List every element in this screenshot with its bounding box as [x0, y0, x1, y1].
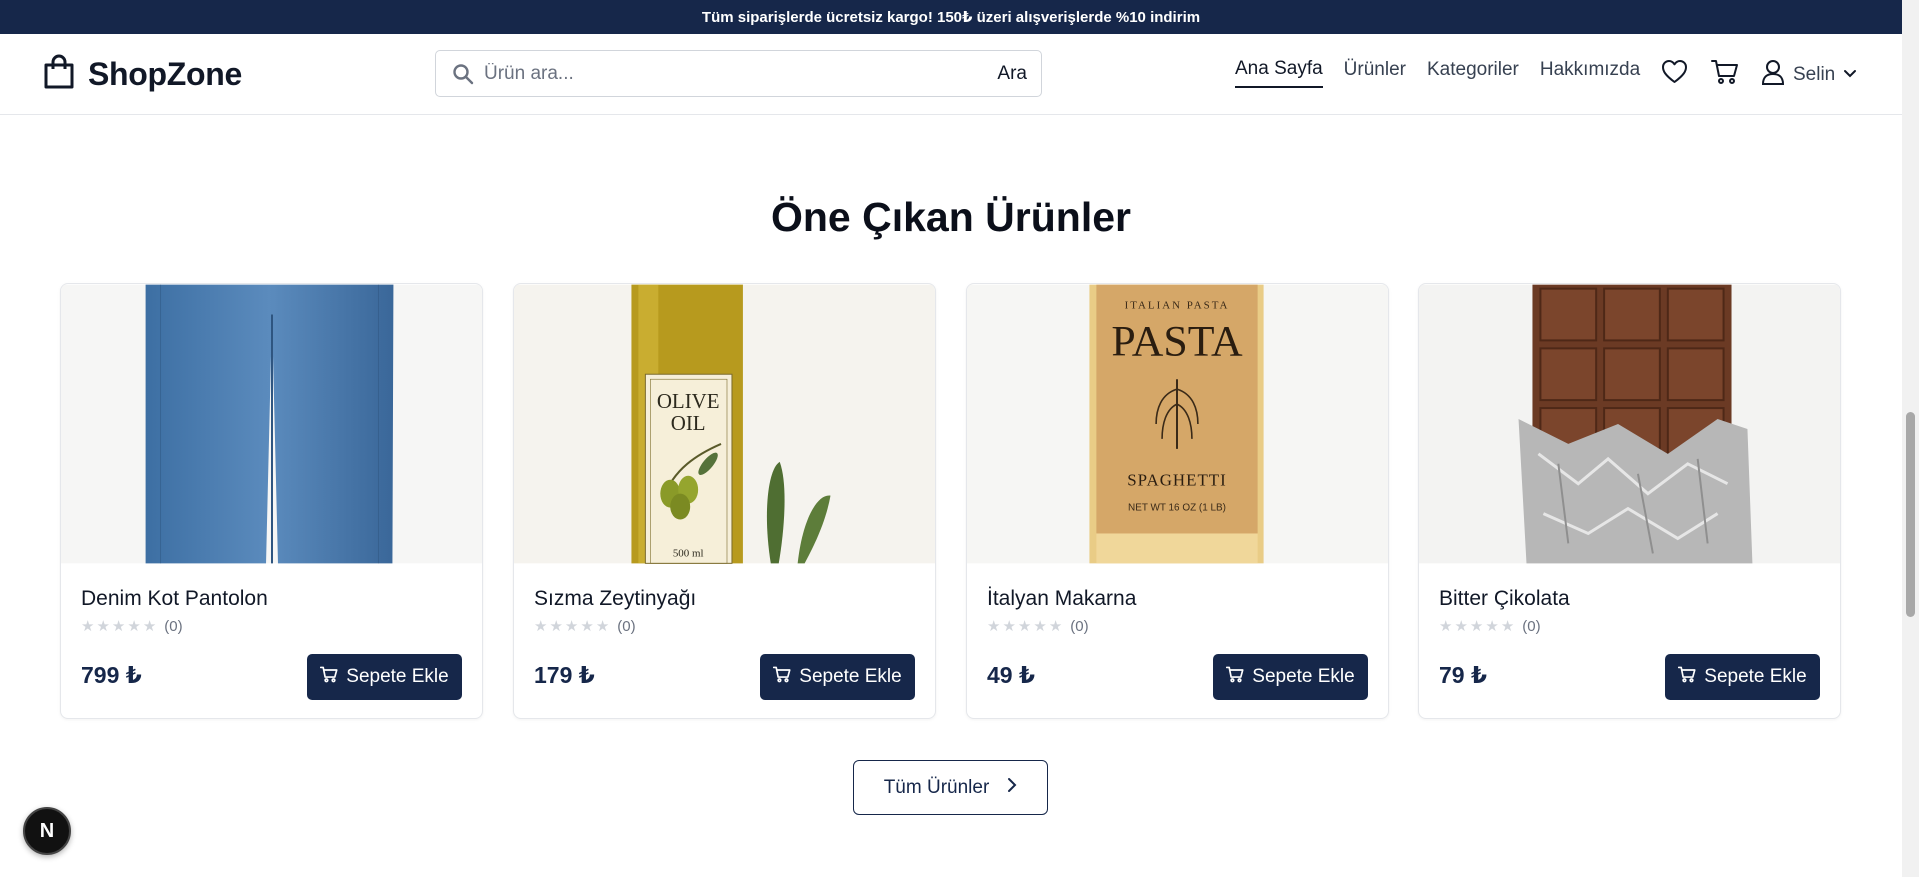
all-products-label: Tüm Ürünler — [883, 776, 990, 798]
product-rating: ★ ★ ★ ★ ★ (0) — [1439, 618, 1541, 635]
star-icon: ★ — [1469, 618, 1484, 635]
product-price: 79 ₺ — [1439, 662, 1487, 688]
cart-icon — [1226, 666, 1244, 689]
add-to-cart-button[interactable]: Sepete Ekle — [1213, 654, 1368, 700]
search-bar: Ara — [435, 50, 1042, 97]
product-name[interactable]: Denim Kot Pantolon — [81, 587, 268, 611]
star-icon: ★ — [1033, 618, 1047, 635]
product-price: 799 ₺ — [81, 662, 142, 688]
pasta-label-weight: NET WT 16 OZ (1 LB) — [1128, 503, 1226, 514]
review-count: (0) — [164, 618, 183, 635]
user-name: Selin — [1793, 63, 1836, 85]
shopping-bag-icon — [42, 54, 76, 95]
main-nav: Ana Sayfa Ürünler Kategoriler Hakkımızda — [1235, 58, 1640, 88]
product-price: 49 ₺ — [987, 662, 1035, 688]
pasta-label-brand: PASTA — [1111, 317, 1243, 365]
section-title: Öne Çıkan Ürünler — [771, 194, 1131, 240]
pasta-label-type: SPAGHETTI — [1127, 471, 1226, 490]
star-icon: ★ — [549, 618, 563, 635]
site-header: ShopZone Ara Ana Sayfa Ürünler Kategoril… — [0, 34, 1902, 115]
product-name[interactable]: İtalyan Makarna — [987, 587, 1136, 611]
add-to-cart-button[interactable]: Sepete Ekle — [307, 654, 462, 700]
logo-text: ShopZone — [88, 56, 243, 92]
star-icon: ★ — [580, 618, 594, 635]
star-icon: ★ — [1439, 618, 1453, 635]
label-volume: 500 ml — [673, 547, 704, 559]
product-image-pasta[interactable]: ITALIAN PASTA PASTA SPAGHETTI NET WT 16 … — [967, 284, 1388, 564]
star-icon: ★ — [1454, 618, 1468, 635]
label-oil: OIL — [671, 411, 706, 435]
product-rating: ★ ★ ★ ★ ★ (0) — [534, 618, 636, 635]
pasta-label-top: ITALIAN PASTA — [1125, 300, 1230, 312]
search-icon — [452, 63, 474, 85]
cart-icon[interactable] — [1711, 59, 1739, 85]
star-icon: ★ — [96, 618, 110, 635]
star-icon: ★ — [595, 618, 610, 635]
logo[interactable]: ShopZone — [42, 54, 242, 95]
product-name[interactable]: Sızma Zeytinyağı — [534, 587, 696, 611]
chevron-down-icon — [1843, 66, 1857, 84]
product-card[interactable]: Bitter Çikolata ★ ★ ★ ★ ★ (0) 79 ₺ Sepet… — [1418, 283, 1841, 719]
product-image-olive-oil[interactable]: OLIVE OIL 500 ml — [514, 284, 935, 564]
nav-link-categories[interactable]: Kategoriler — [1427, 59, 1519, 87]
search-button[interactable]: Ara — [997, 63, 1027, 85]
star-icon: ★ — [987, 618, 1001, 635]
star-icon: ★ — [1500, 618, 1515, 635]
promo-text: Tüm siparişlerde ücretsiz kargo! 150₺ üz… — [701, 9, 1201, 26]
product-name[interactable]: Bitter Çikolata — [1439, 587, 1570, 611]
product-rating: ★ ★ ★ ★ ★ (0) — [987, 618, 1089, 635]
product-image-chocolate[interactable] — [1419, 284, 1840, 564]
dev-badge-letter: N — [39, 819, 55, 842]
add-to-cart-label: Sepete Ekle — [346, 666, 449, 687]
scrollbar-thumb[interactable] — [1906, 412, 1915, 617]
nav-link-home[interactable]: Ana Sayfa — [1235, 58, 1323, 88]
promo-banner: Tüm siparişlerde ücretsiz kargo! 150₺ üz… — [0, 0, 1902, 34]
add-to-cart-label: Sepete Ekle — [799, 666, 902, 687]
review-count: (0) — [617, 618, 636, 635]
cart-icon — [1678, 666, 1696, 689]
review-count: (0) — [1522, 618, 1541, 635]
star-icon: ★ — [1017, 618, 1032, 635]
star-icon: ★ — [81, 618, 95, 635]
add-to-cart-button[interactable]: Sepete Ekle — [760, 654, 915, 700]
search-input[interactable] — [484, 62, 998, 85]
chevron-right-icon — [1007, 777, 1017, 799]
add-to-cart-button[interactable]: Sepete Ekle — [1665, 654, 1820, 700]
product-price: 179 ₺ — [534, 662, 595, 688]
cart-icon — [773, 666, 791, 689]
heart-icon[interactable] — [1661, 59, 1688, 84]
product-card[interactable]: OLIVE OIL 500 ml Sızma Zeytinyağı ★ ★ ★ … — [513, 283, 936, 719]
star-icon: ★ — [534, 618, 548, 635]
all-products-button[interactable]: Tüm Ürünler — [853, 760, 1048, 815]
label-olive: OLIVE — [657, 389, 720, 413]
nav-link-about[interactable]: Hakkımızda — [1540, 59, 1640, 87]
star-icon: ★ — [127, 618, 141, 635]
product-card[interactable]: Denim Kot Pantolon ★ ★ ★ ★ ★ (0) 799 ₺ S… — [60, 283, 483, 719]
product-rating: ★ ★ ★ ★ ★ (0) — [81, 618, 183, 635]
cart-icon — [320, 666, 338, 689]
product-card[interactable]: ITALIAN PASTA PASTA SPAGHETTI NET WT 16 … — [966, 283, 1389, 719]
user-icon — [1761, 59, 1785, 90]
star-icon: ★ — [1002, 618, 1016, 635]
star-icon: ★ — [564, 618, 579, 635]
product-image-jeans[interactable] — [61, 284, 482, 564]
dev-tools-badge[interactable]: N — [23, 807, 71, 855]
add-to-cart-label: Sepete Ekle — [1704, 666, 1807, 687]
add-to-cart-label: Sepete Ekle — [1252, 666, 1355, 687]
nav-link-products[interactable]: Ürünler — [1344, 59, 1406, 87]
star-icon: ★ — [1048, 618, 1063, 635]
star-icon: ★ — [111, 618, 126, 635]
review-count: (0) — [1070, 618, 1089, 635]
user-menu[interactable]: Selin — [1761, 59, 1857, 90]
star-icon: ★ — [1485, 618, 1499, 635]
star-icon: ★ — [142, 618, 157, 635]
